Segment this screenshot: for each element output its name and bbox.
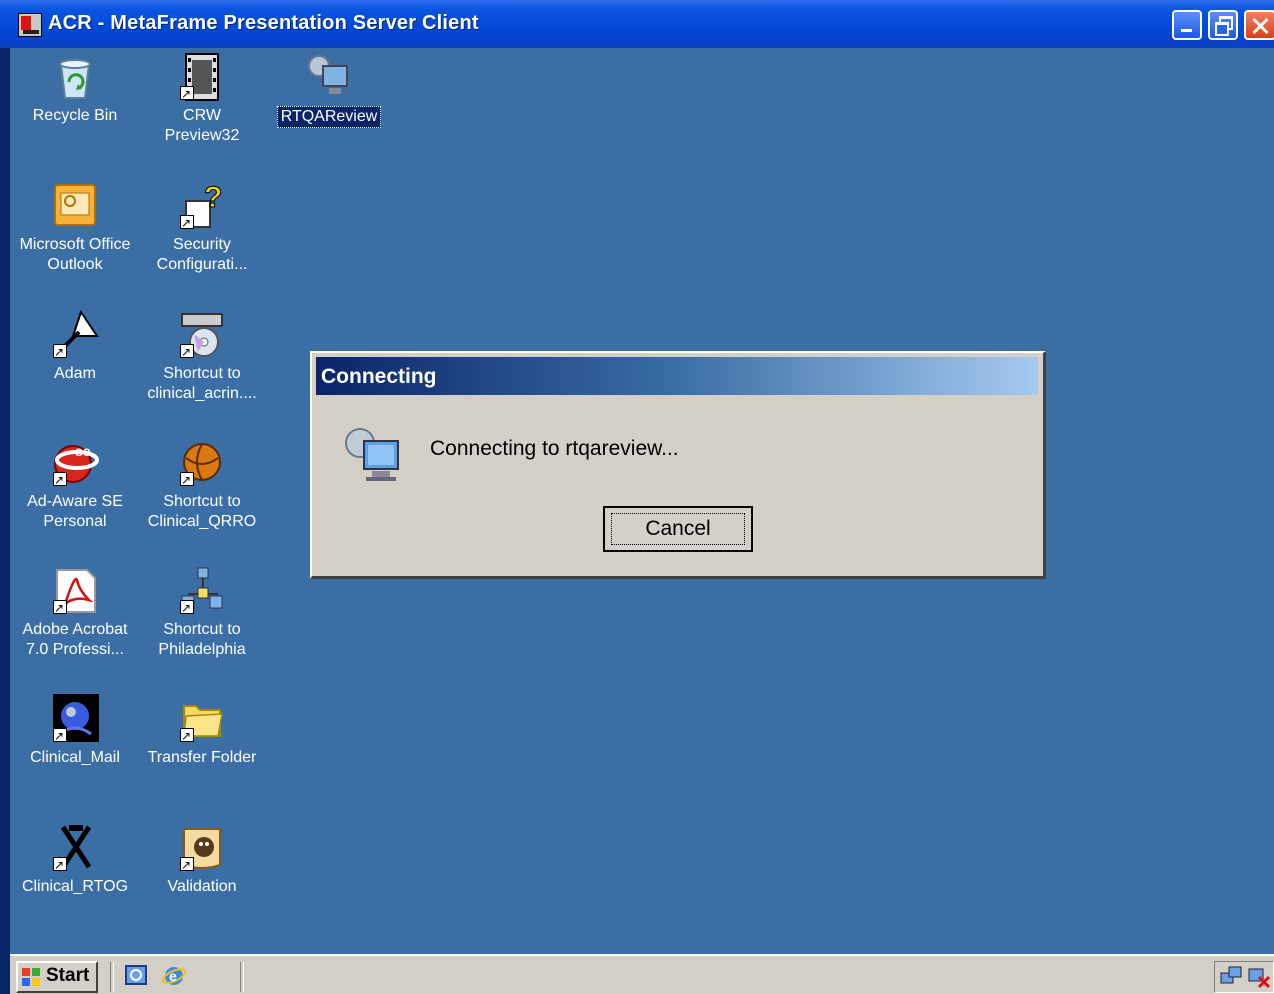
globe-ball-icon xyxy=(178,438,226,490)
shortcut-arrow-icon xyxy=(53,470,67,490)
dialog-title: Connecting xyxy=(321,365,437,388)
icon-label: Security Configurati... xyxy=(156,236,248,273)
shortcut-arrow-icon xyxy=(180,84,194,104)
folder-icon xyxy=(178,694,226,746)
cancel-button-label: Cancel xyxy=(611,513,745,545)
icon-label: RTQAReview xyxy=(276,106,382,128)
icon-label: Shortcut to Clinical_QRRO xyxy=(147,493,257,530)
adam-icon xyxy=(51,309,99,362)
taskbar-separator xyxy=(240,962,244,992)
icon-label: Shortcut to clinical_acrin.... xyxy=(147,365,257,402)
desktop-icon-rtqareview[interactable]: RTQAReview xyxy=(265,52,393,128)
start-label: Start xyxy=(46,965,90,986)
taskbar: Start e xyxy=(10,954,1274,994)
shortcut-arrow-icon xyxy=(180,598,194,618)
cancel-button[interactable]: Cancel xyxy=(603,506,753,552)
shortcut-arrow-icon xyxy=(53,855,67,875)
desktop-icon-clinical-qrro[interactable]: Shortcut toClinical_QRRO xyxy=(138,438,266,532)
svg-text:e: e xyxy=(169,968,177,984)
icon-label: Adobe Acrobat 7.0 Professi... xyxy=(22,621,128,658)
shortcut-arrow-icon xyxy=(180,726,194,746)
shortcut-arrow-icon xyxy=(53,598,67,618)
icon-label: Shortcut to Philadelphia xyxy=(158,621,246,658)
shortcut-arrow-icon xyxy=(180,855,194,875)
network-computer-icon xyxy=(340,423,404,485)
svg-text:?: ? xyxy=(204,181,222,214)
desktop-icon-validation[interactable]: Validation xyxy=(138,823,266,897)
security-config-icon: ? xyxy=(178,181,226,233)
film-strip-icon xyxy=(178,52,226,104)
restore-button[interactable] xyxy=(1208,10,1238,40)
validation-dog-icon xyxy=(178,823,226,875)
desktop-icon-clinical-mail[interactable]: Clinical_Mail xyxy=(11,694,139,768)
show-desktop-icon[interactable] xyxy=(124,964,148,988)
desktop-icon-adam[interactable]: Adam xyxy=(11,309,139,384)
dialog-titlebar[interactable]: Connecting xyxy=(316,357,1038,395)
system-tray xyxy=(1214,961,1274,993)
desktop-icon-outlook[interactable]: Microsoft Office Outlook xyxy=(11,181,139,275)
start-button[interactable]: Start xyxy=(16,961,98,993)
citrix-app-icon xyxy=(18,13,42,37)
shortcut-arrow-icon xyxy=(53,726,67,746)
desktop-icon-crw-preview[interactable]: CRWPreview32 xyxy=(138,52,266,146)
metaframe-window: ACR - MetaFrame Presentation Server Clie… xyxy=(0,0,1274,994)
desktop-icon-ad-aware[interactable]: se Ad-Aware SEPersonal xyxy=(11,438,139,532)
desktop-icon-adobe-acrobat[interactable]: Adobe Acrobat7.0 Professi... xyxy=(11,566,139,660)
shortcut-arrow-icon xyxy=(180,342,194,362)
desktop-icon-philadelphia[interactable]: Shortcut toPhiladelphia xyxy=(138,566,266,660)
icon-label: Clinical_Mail xyxy=(30,749,120,766)
windows-logo-icon xyxy=(22,968,40,986)
icon-label: Transfer Folder xyxy=(147,749,257,766)
shortcut-arrow-icon xyxy=(180,213,194,233)
network-icon[interactable] xyxy=(1219,965,1243,989)
svg-text:se: se xyxy=(75,443,91,459)
clinical-mail-icon xyxy=(51,694,99,746)
desktop-icon-clinical-acrin[interactable]: Shortcut toclinical_acrin.... xyxy=(138,310,266,404)
icon-label: Adam xyxy=(54,365,96,382)
connecting-dialog: Connecting Connecting to rtqareview... C… xyxy=(310,351,1046,579)
window-titlebar[interactable]: ACR - MetaFrame Presentation Server Clie… xyxy=(0,0,1274,48)
desktop-icon-security-config[interactable]: ? SecurityConfigurati... xyxy=(138,181,266,275)
cd-drive-icon xyxy=(178,310,226,362)
adobe-acrobat-icon xyxy=(51,566,99,618)
internet-explorer-icon[interactable]: e xyxy=(161,964,187,988)
shortcut-arrow-icon xyxy=(180,470,194,490)
recycle-bin-icon xyxy=(51,52,99,102)
icon-label: Recycle Bin xyxy=(32,107,118,124)
icon-label: Ad-Aware SE Personal xyxy=(27,493,123,530)
taskbar-separator xyxy=(110,962,114,992)
satellite-dish-icon xyxy=(51,823,99,875)
shortcut-arrow-icon xyxy=(53,342,67,362)
desktop-icon-transfer-folder[interactable]: Transfer Folder xyxy=(138,694,266,768)
icon-label: Microsoft Office Outlook xyxy=(19,236,131,273)
ad-aware-icon: se xyxy=(51,438,99,490)
dialog-message: Connecting to rtqareview... xyxy=(430,437,679,460)
outlook-icon xyxy=(51,181,99,231)
icon-label: Validation xyxy=(167,878,237,895)
minimize-button[interactable] xyxy=(1172,10,1202,40)
close-button[interactable] xyxy=(1244,10,1274,40)
disconnected-network-icon[interactable] xyxy=(1247,965,1271,989)
window-title: ACR - MetaFrame Presentation Server Clie… xyxy=(48,12,479,34)
icon-label: CRW Preview32 xyxy=(164,107,240,144)
icon-label: Clinical_RTOG xyxy=(21,878,129,895)
desktop-icon-recycle-bin[interactable]: Recycle Bin xyxy=(11,52,139,126)
network-computer-icon xyxy=(305,52,353,102)
network-share-icon xyxy=(178,566,226,618)
desktop-icon-clinical-rtog[interactable]: Clinical_RTOG xyxy=(11,823,139,897)
